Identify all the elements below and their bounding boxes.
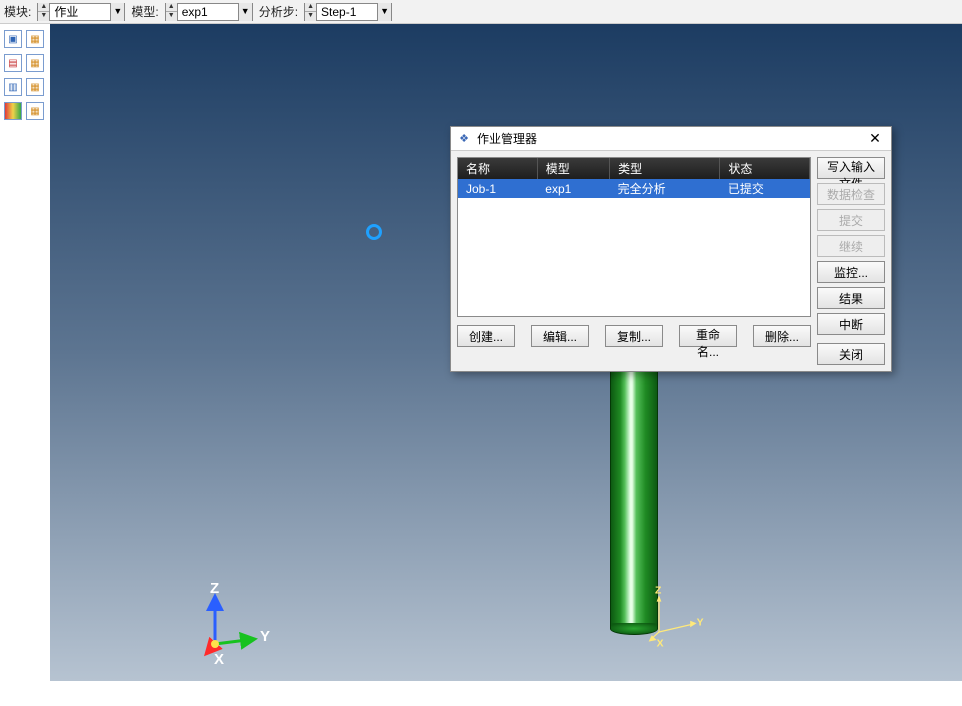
job-icon[interactable]: ▣ (4, 30, 22, 48)
col-model[interactable]: 模型 (537, 158, 609, 179)
axis-y-label: Y (260, 628, 270, 645)
close-icon[interactable]: ✕ (865, 130, 885, 148)
local-axis-y: Y (697, 618, 704, 629)
model-label: 模型: (131, 3, 158, 20)
context-toolbar: 模块: ▲▼ 作业 ▼ 模型: ▲▼ exp1 ▼ 分析步: ▲▼ Step-1… (0, 0, 962, 24)
cell-name: Job-1 (458, 179, 537, 198)
axis-x-label: X (214, 651, 224, 668)
cell-status: 已提交 (720, 179, 810, 198)
list-icon[interactable]: ▦ (26, 54, 44, 72)
step-combo[interactable]: ▲▼ Step-1 ▼ (304, 3, 392, 21)
kill-button[interactable]: 中断 (817, 313, 885, 335)
main-area: ▣ ▦ ▤ ▦ ▥ ▦ ▦ (0, 24, 962, 681)
chevron-down-icon[interactable]: ▼ (238, 3, 252, 21)
table-row[interactable]: Job-1 exp1 完全分析 已提交 (458, 179, 810, 198)
tool-palette: ▣ ▦ ▤ ▦ ▥ ▦ ▦ (0, 24, 50, 681)
copy-button[interactable]: 复制... (605, 325, 663, 347)
module-value: 作业 (50, 3, 110, 21)
module-combo[interactable]: ▲▼ 作业 ▼ (37, 3, 125, 21)
dialog-footer: 创建... 编辑... 复制... 重命名... 删除... (457, 317, 811, 353)
app-icon: ❖ (457, 132, 471, 146)
optimization-icon[interactable] (4, 102, 22, 120)
table-header-row: 名称 模型 类型 状态 (458, 158, 810, 179)
dismiss-button[interactable]: 关闭 (817, 343, 885, 365)
create-button[interactable]: 创建... (457, 325, 515, 347)
rotation-center-icon (366, 224, 382, 240)
monitor-button[interactable]: 监控... (817, 261, 885, 283)
global-triad: Z Y X (200, 584, 270, 664)
job-table[interactable]: 名称 模型 类型 状态 Job-1 exp1 完全分析 (457, 157, 811, 317)
list3-icon[interactable]: ▦ (26, 102, 44, 120)
cell-type: 完全分析 (610, 179, 720, 198)
adaptivity-icon[interactable]: ▤ (4, 54, 22, 72)
list2-icon[interactable]: ▦ (26, 78, 44, 96)
write-input-button[interactable]: 写入输入文件 (817, 157, 885, 179)
module-stepper[interactable]: ▲▼ (38, 3, 50, 21)
local-triad: Z Y X (647, 592, 703, 656)
step-value: Step-1 (317, 3, 377, 21)
model-combo[interactable]: ▲▼ exp1 ▼ (165, 3, 253, 21)
results-button[interactable]: 结果 (817, 287, 885, 309)
chevron-down-icon[interactable]: ▼ (110, 3, 124, 21)
bottom-bar (0, 681, 962, 706)
rename-button[interactable]: 重命名... (679, 325, 737, 347)
coexec-icon[interactable]: ▥ (4, 78, 22, 96)
dialog-title: 作业管理器 (477, 130, 859, 147)
submit-button: 提交 (817, 209, 885, 231)
local-axis-x: X (657, 638, 664, 649)
axis-z-label: Z (210, 580, 219, 597)
step-label: 分析步: (259, 3, 298, 20)
edit-button[interactable]: 编辑... (531, 325, 589, 347)
chevron-down-icon[interactable]: ▼ (377, 3, 391, 21)
job-manager-dialog: ❖ 作业管理器 ✕ 名称 模型 类型 状态 (450, 126, 892, 372)
job-manager-icon[interactable]: ▦ (26, 30, 44, 48)
data-check-button: 数据检查 (817, 183, 885, 205)
model-stepper[interactable]: ▲▼ (166, 3, 178, 21)
delete-button[interactable]: 删除... (753, 325, 811, 347)
module-label: 模块: (4, 3, 31, 20)
local-axis-z: Z (655, 586, 662, 597)
dialog-titlebar[interactable]: ❖ 作业管理器 ✕ (451, 127, 891, 151)
dialog-side-buttons: 写入输入文件 数据检查 提交 继续 监控... 结果 中断 关闭 (817, 157, 885, 365)
continue-button: 继续 (817, 235, 885, 257)
col-status[interactable]: 状态 (720, 158, 810, 179)
model-value: exp1 (178, 3, 238, 21)
cell-model: exp1 (537, 179, 609, 198)
step-stepper[interactable]: ▲▼ (305, 3, 317, 21)
viewport-3d[interactable]: Z Y X Z Y X ❖ 作业管理器 ✕ (50, 24, 962, 681)
col-type[interactable]: 类型 (610, 158, 720, 179)
col-name[interactable]: 名称 (458, 158, 537, 179)
